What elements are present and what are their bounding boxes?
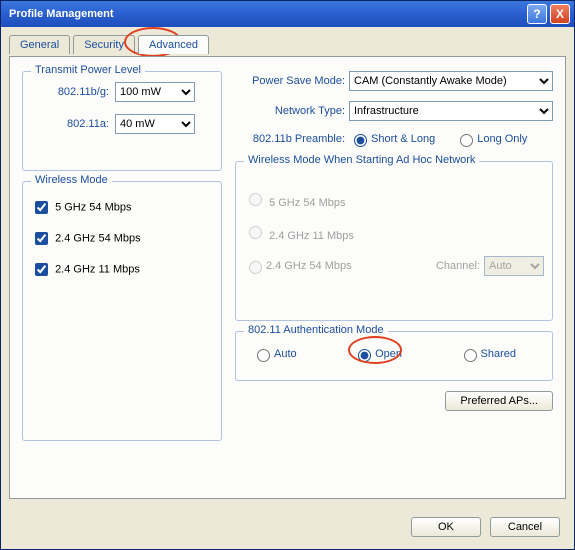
radio-label: 2.4 GHz 11 Mbps	[269, 230, 354, 242]
profile-management-window: Profile Management ? X General Security …	[0, 0, 575, 550]
checkbox-24ghz-11[interactable]: 2.4 GHz 11 Mbps	[31, 260, 213, 279]
radio-long-only[interactable]: Long Only	[455, 131, 527, 147]
window-body: General Security Advanced Transmit Power…	[9, 35, 566, 499]
radio-short-long[interactable]: Short & Long	[349, 131, 435, 147]
checkbox-input[interactable]	[35, 263, 48, 276]
help-button[interactable]: ?	[527, 4, 547, 24]
radio-input	[249, 193, 262, 206]
group-legend: Wireless Mode When Starting Ad Hoc Netwo…	[244, 154, 479, 166]
radio-input[interactable]	[354, 134, 367, 147]
checkbox-5ghz-54[interactable]: 5 GHz 54 Mbps	[31, 198, 213, 217]
tab-security[interactable]: Security	[73, 35, 135, 54]
checkbox-input[interactable]	[35, 232, 48, 245]
radio-label: Long Only	[477, 133, 527, 145]
radio-auth-open[interactable]: Open	[353, 346, 402, 362]
radio-input[interactable]	[464, 349, 477, 362]
radio-input	[249, 226, 262, 239]
label-80211a: 802.11a:	[31, 118, 109, 130]
checkbox-24ghz-54[interactable]: 2.4 GHz 54 Mbps	[31, 229, 213, 248]
radio-adhoc-24ghz-54: 2.4 GHz 54 Mbps	[244, 258, 416, 274]
left-column: Transmit Power Level 802.11b/g: 100 mW 8…	[22, 71, 222, 451]
group-wireless-mode: Wireless Mode 5 GHz 54 Mbps 2.4 GHz 54 M…	[22, 181, 222, 441]
group-auth-mode: 802.11 Authentication Mode Auto Open	[235, 331, 553, 381]
group-adhoc-mode: Wireless Mode When Starting Ad Hoc Netwo…	[235, 161, 553, 321]
dialog-footer: OK Cancel	[405, 517, 560, 537]
tab-advanced[interactable]: Advanced	[138, 35, 209, 54]
radio-input[interactable]	[358, 349, 371, 362]
label-power-save: Power Save Mode:	[235, 75, 345, 87]
radio-input[interactable]	[257, 349, 270, 362]
tab-general[interactable]: General	[9, 35, 70, 54]
checkbox-input[interactable]	[35, 201, 48, 214]
group-legend: Transmit Power Level	[31, 64, 145, 76]
close-button[interactable]: X	[550, 4, 570, 24]
radio-adhoc-24ghz-11: 2.4 GHz 11 Mbps	[244, 223, 524, 242]
checkbox-label: 2.4 GHz 11 Mbps	[55, 263, 140, 275]
radio-input[interactable]	[460, 134, 473, 147]
radio-label: Open	[375, 348, 402, 360]
checkbox-label: 5 GHz 54 Mbps	[55, 201, 131, 213]
select-network-type[interactable]: Infrastructure	[349, 101, 553, 121]
tab-panel-advanced: Transmit Power Level 802.11b/g: 100 mW 8…	[9, 56, 566, 499]
tab-strip: General Security Advanced	[9, 35, 566, 57]
select-80211a-power[interactable]: 40 mW	[115, 114, 195, 134]
ok-button[interactable]: OK	[411, 517, 481, 537]
radio-label: Shared	[481, 348, 516, 360]
radio-input	[249, 261, 262, 274]
group-legend: 802.11 Authentication Mode	[244, 324, 388, 336]
right-column: Power Save Mode: CAM (Constantly Awake M…	[235, 71, 553, 411]
radio-label: Short & Long	[371, 133, 435, 145]
radio-label: 2.4 GHz 54 Mbps	[266, 260, 352, 272]
label-80211bg: 802.11b/g:	[31, 86, 109, 98]
titlebar: Profile Management ? X	[1, 1, 574, 27]
select-channel: Auto	[484, 256, 544, 276]
radio-label: 5 GHz 54 Mbps	[269, 197, 345, 209]
select-80211bg-power[interactable]: 100 mW	[115, 82, 195, 102]
radio-auth-auto[interactable]: Auto	[252, 346, 297, 362]
group-legend: Wireless Mode	[31, 174, 112, 186]
radio-auth-shared[interactable]: Shared	[459, 346, 516, 362]
preferred-aps-button[interactable]: Preferred APs...	[445, 391, 553, 411]
checkbox-label: 2.4 GHz 54 Mbps	[55, 232, 141, 244]
label-channel: Channel:	[436, 260, 480, 272]
label-preamble: 802.11b Preamble:	[235, 133, 345, 145]
radio-adhoc-5ghz-54: 5 GHz 54 Mbps	[244, 190, 524, 209]
cancel-button[interactable]: Cancel	[490, 517, 560, 537]
window-title: Profile Management	[5, 8, 524, 20]
radio-label: Auto	[274, 348, 297, 360]
label-network-type: Network Type:	[235, 105, 345, 117]
select-power-save-mode[interactable]: CAM (Constantly Awake Mode)	[349, 71, 553, 91]
group-transmit-power: Transmit Power Level 802.11b/g: 100 mW 8…	[22, 71, 222, 171]
